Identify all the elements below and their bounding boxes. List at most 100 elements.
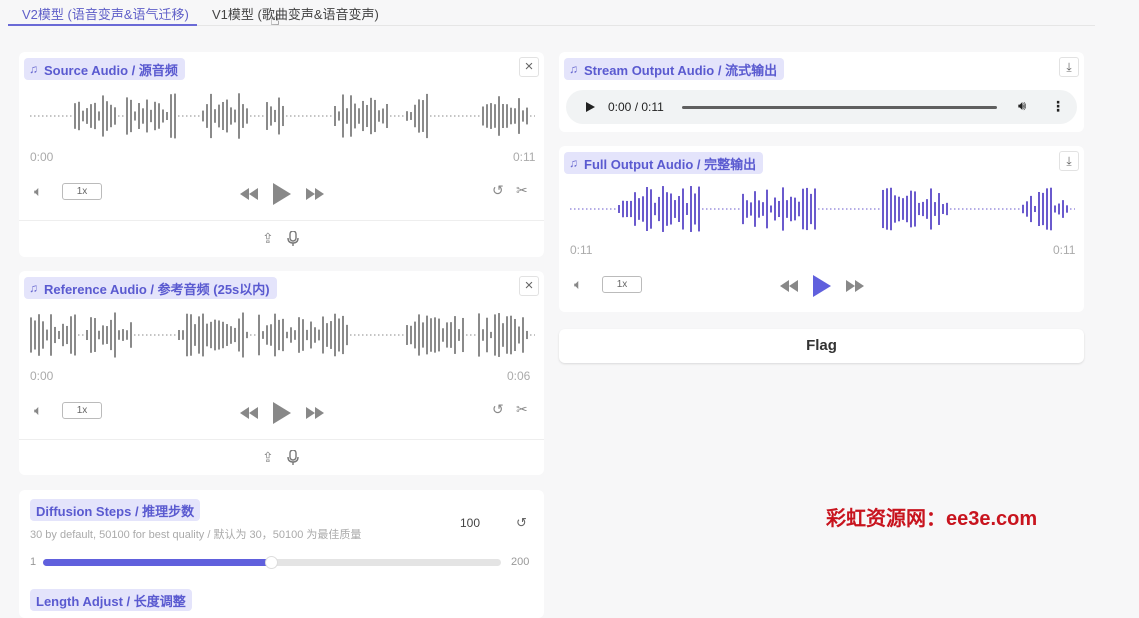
waveform-bar [422, 100, 424, 132]
waveform-bar [438, 115, 440, 117]
source-waveform[interactable] [30, 86, 535, 146]
waveform-bar [494, 314, 496, 356]
waveform-bar [182, 115, 184, 117]
diffusion-slider[interactable] [43, 556, 501, 569]
waveform-bar [182, 330, 184, 340]
microphone-icon[interactable] [287, 450, 299, 466]
volume-icon[interactable]: 🔊︎ [1018, 98, 1026, 114]
slider-handle[interactable] [264, 556, 278, 569]
waveform-bar [174, 334, 176, 336]
waveform-bar [498, 96, 500, 136]
source-speed-button[interactable]: 1x [62, 183, 102, 200]
diffusion-value-input[interactable]: 100 [460, 516, 480, 530]
waveform-bar [106, 101, 108, 131]
undo-icon[interactable]: ↺ [492, 401, 504, 418]
play-icon [273, 402, 291, 424]
waveform-bar [46, 115, 48, 117]
waveform-bar [326, 115, 328, 117]
download-icon[interactable]: ⤓ [1059, 57, 1079, 77]
waveform-bar [878, 208, 880, 210]
waveform-bar [362, 100, 364, 132]
waveform-bar [86, 108, 88, 124]
volume-icon[interactable]: 🔈︎ [574, 276, 582, 293]
waveform-bar [210, 321, 212, 349]
reference-clear-button[interactable]: × [519, 276, 539, 296]
waveform-bar [754, 191, 756, 227]
waveform-bar [662, 186, 664, 232]
full-output-waveform[interactable] [570, 179, 1075, 239]
waveform-bar [786, 200, 788, 218]
tab-v2[interactable]: V2模型 (语音变声&语气迁移) [22, 4, 189, 23]
waveform-bar [122, 329, 124, 341]
waveform-bar [126, 330, 128, 340]
full-speed-button[interactable]: 1x [602, 276, 642, 293]
tab-v1[interactable]: V1模型 (歌曲变声&语音变声) [212, 4, 379, 23]
waveform-bar [986, 208, 988, 210]
waveform-bar [906, 195, 908, 223]
waveform-bar [1018, 208, 1020, 210]
download-icon[interactable]: ⤓ [1059, 151, 1079, 171]
waveform-bar [518, 326, 520, 344]
full-time-end: 0:11 [1053, 243, 1076, 257]
stream-progress-bar[interactable] [682, 106, 997, 109]
waveform-bar [882, 189, 884, 229]
play-icon [813, 275, 831, 297]
waveform-bar [34, 115, 36, 117]
source-clear-button[interactable]: × [519, 57, 539, 77]
waveform-bar [218, 320, 220, 350]
waveform-bar [274, 109, 276, 123]
waveform-bar [358, 108, 360, 124]
undo-icon[interactable]: ↺ [492, 182, 504, 199]
waveform-bar [146, 99, 148, 133]
waveform-bar [122, 115, 124, 117]
tab-active-indicator [8, 24, 197, 26]
waveform-bar [822, 208, 824, 210]
waveform-bar [174, 93, 176, 139]
waveform-bar [310, 115, 312, 117]
waveform-bar [346, 324, 348, 346]
volume-icon[interactable]: 🔈︎ [34, 183, 42, 200]
waveform-bar [1070, 208, 1072, 210]
source-audio-panel: ♫ Source Audio / 源音频 × 0:00 0:11 🔈︎ 1x ↺… [19, 52, 544, 257]
waveform-bar [138, 334, 140, 336]
trim-scissors-icon[interactable]: ✂ [516, 182, 528, 199]
waveform-bar [918, 202, 920, 216]
more-options-icon[interactable]: ⋮ [1051, 98, 1065, 115]
waveform-bar [510, 315, 512, 355]
waveform-bar [306, 329, 308, 341]
waveform-bar [66, 115, 68, 117]
volume-icon[interactable]: 🔈︎ [34, 402, 42, 419]
upload-icon[interactable]: ⇪ [262, 230, 274, 247]
reset-icon[interactable]: ↺ [516, 515, 527, 531]
waveform-bar [430, 318, 432, 352]
waveform-bar [386, 103, 388, 129]
waveform-bar [314, 115, 316, 117]
waveform-bar [166, 111, 168, 121]
waveform-bar [830, 208, 832, 210]
waveform-bar [150, 109, 152, 123]
waveform-bar [534, 115, 535, 117]
waveform-bar [446, 322, 448, 348]
waveform-bar [502, 103, 504, 129]
waveform-bar [462, 317, 464, 353]
waveform-bar [378, 110, 380, 122]
source-audio-label: ♫ Source Audio / 源音频 [24, 58, 185, 80]
waveform-bar [154, 101, 156, 131]
waveform-bar [190, 115, 192, 117]
waveform-bar [378, 334, 380, 336]
reference-playback-controls [240, 402, 324, 424]
reference-waveform[interactable] [30, 305, 535, 365]
waveform-bar [1046, 188, 1048, 230]
waveform-bar [742, 193, 744, 225]
waveform-bar [178, 329, 180, 341]
waveform-bar [38, 314, 40, 356]
upload-icon[interactable]: ⇪ [262, 449, 274, 466]
reference-audio-label: ♫ Reference Audio / 参考音频 (25s以内) [24, 277, 277, 299]
trim-scissors-icon[interactable]: ✂ [516, 401, 528, 418]
waveform-bar [826, 208, 828, 210]
play-icon[interactable] [584, 101, 596, 113]
tab-bar: V2模型 (语音变声&语气迁移) V1模型 (歌曲变声&语音变声) [8, 0, 1095, 26]
flag-button[interactable]: Flag [559, 329, 1084, 363]
reference-speed-button[interactable]: 1x [62, 402, 102, 419]
microphone-icon[interactable] [287, 231, 299, 247]
